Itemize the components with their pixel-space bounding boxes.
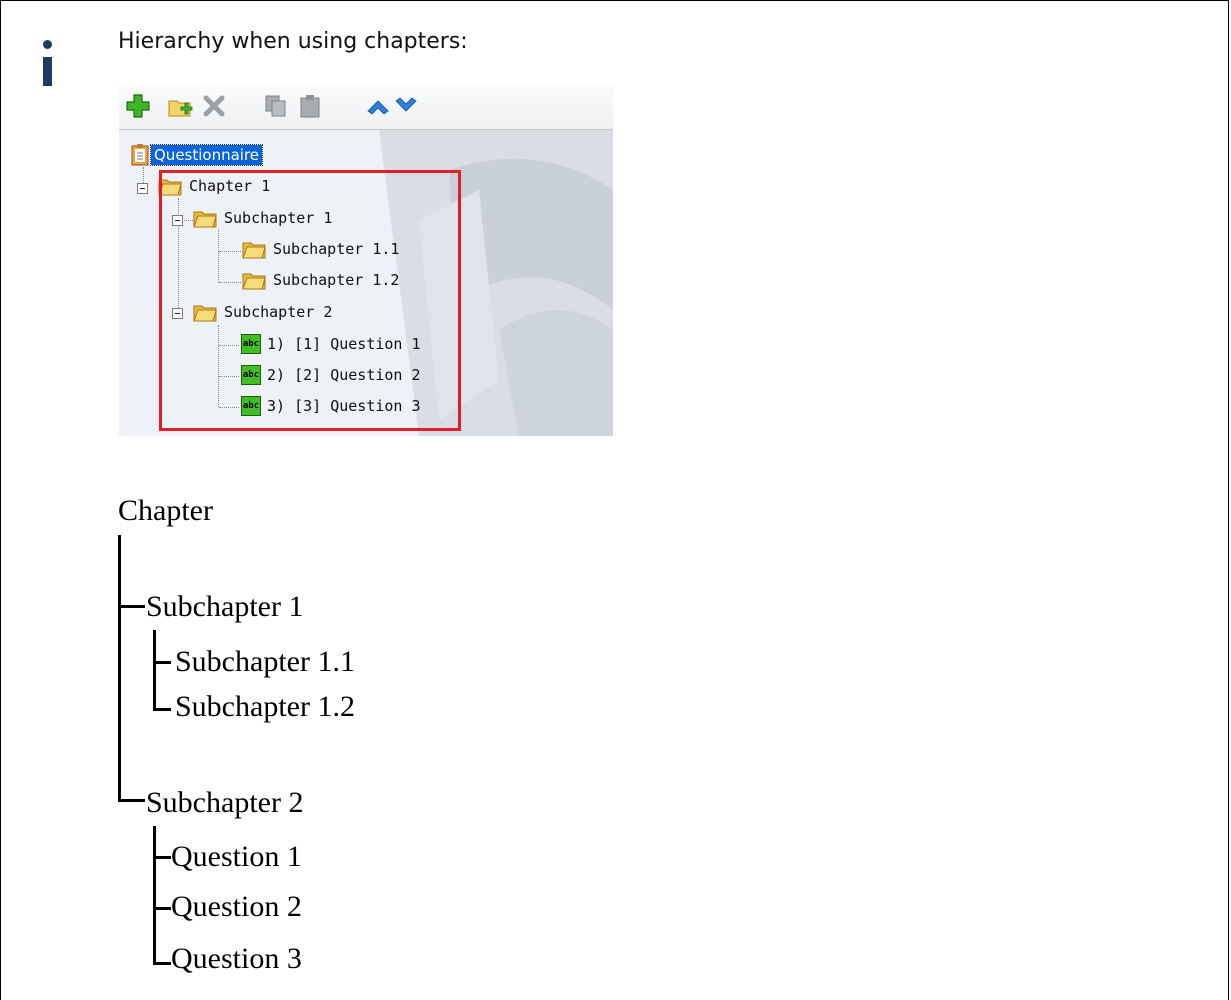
hierarchy-chapter: Chapter — [118, 494, 213, 527]
connector-line — [153, 826, 156, 964]
connector-line — [153, 962, 171, 965]
info-icon — [38, 40, 58, 86]
collapse-chapter-toggle[interactable] — [137, 183, 148, 194]
note-heading: Hierarchy when using chapters: — [118, 29, 468, 54]
connector-line — [153, 708, 171, 711]
chapter-highlight-box — [159, 170, 461, 431]
copy-icon[interactable] — [263, 93, 289, 119]
hierarchy-subchapter-1: Subchapter 1 — [146, 590, 304, 623]
move-up-icon[interactable] — [365, 93, 391, 119]
tree-toolbar — [119, 85, 613, 130]
connector-line — [118, 799, 145, 802]
hierarchy-subchapter-2: Subchapter 2 — [146, 786, 304, 819]
connector-line — [153, 630, 156, 710]
paste-icon[interactable] — [297, 93, 323, 119]
connector-line — [153, 661, 171, 664]
add-chapter-icon[interactable] — [167, 93, 193, 119]
tree-item-questionnaire[interactable]: Questionnaire — [129, 142, 264, 168]
questionnaire-tree-screenshot: Questionnaire Chapter 1 Subchapter 1 Sub… — [119, 85, 613, 436]
connector-line — [118, 535, 121, 801]
questionnaire-icon — [131, 144, 149, 166]
hierarchy-question-2: Question 2 — [171, 890, 302, 923]
hierarchy-subchapter-1-2: Subchapter 1.2 — [175, 690, 355, 723]
hierarchy-question-3: Question 3 — [171, 942, 302, 975]
connector-line — [118, 605, 145, 608]
move-down-icon[interactable] — [393, 93, 419, 119]
add-icon[interactable] — [125, 93, 151, 119]
hierarchy-question-1: Question 1 — [171, 840, 302, 873]
connector-line — [153, 907, 171, 910]
tree-item-label: Questionnaire — [149, 144, 264, 166]
connector-line — [153, 856, 171, 859]
hierarchy-subchapter-1-1: Subchapter 1.1 — [175, 645, 355, 678]
delete-icon[interactable] — [201, 93, 227, 119]
